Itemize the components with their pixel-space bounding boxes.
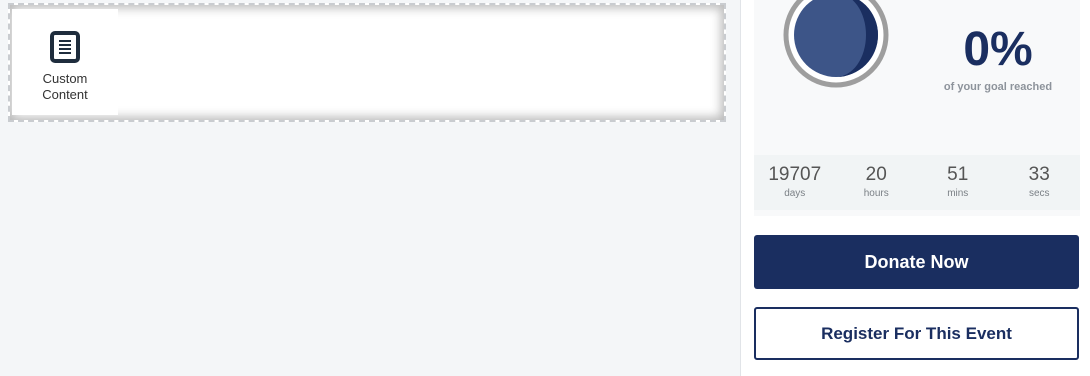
countdown-value: 51	[947, 164, 969, 185]
countdown-value: 19707	[768, 164, 822, 185]
countdown-secs: 33 secs	[999, 155, 1081, 210]
editor-canvas: Custom Content	[0, 0, 740, 376]
donation-sidebar: 0% of your goal reached 19707 days 20 ho…	[741, 0, 1090, 376]
countdown-days: 19707 days	[754, 155, 836, 210]
goal-percent: 0%	[963, 23, 1033, 76]
countdown-value: 33	[1028, 164, 1050, 185]
countdown-value: 20	[865, 164, 887, 185]
countdown-unit: mins	[947, 188, 969, 199]
register-event-button[interactable]: Register For This Event	[754, 307, 1079, 360]
custom-content-widget[interactable]: Custom Content	[12, 9, 118, 115]
donate-now-button[interactable]: Donate Now	[754, 235, 1079, 289]
countdown-unit: secs	[1028, 188, 1050, 199]
countdown-unit: hours	[863, 188, 889, 199]
goal-card: 0% of your goal reached 19707 days 20 ho…	[754, 0, 1080, 216]
goal-progress-donut	[783, 0, 889, 88]
content-drop-zone[interactable]: Custom Content	[8, 3, 726, 122]
countdown-hours: 20 hours	[836, 155, 918, 210]
countdown-timer: 19707 days 20 hours 51 mins 33 secs	[754, 155, 1080, 210]
widget-label: Custom Content	[42, 71, 88, 102]
document-icon	[50, 31, 80, 63]
countdown-unit: days	[784, 188, 806, 199]
goal-subtitle: of your goal reached	[943, 81, 1053, 93]
countdown-mins: 51 mins	[917, 155, 999, 210]
